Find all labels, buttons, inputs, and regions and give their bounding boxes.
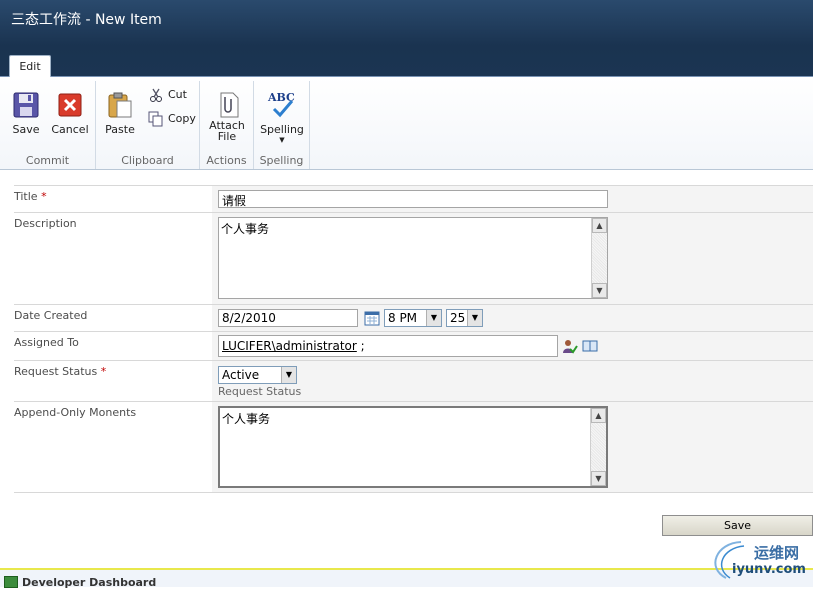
request-status-label-text: Request Status (14, 365, 98, 378)
hour-select[interactable]: 8 PM ▼ (384, 309, 442, 327)
save-ribbon-label: Save (12, 123, 40, 136)
form-row-append-only: Append-Only Monents 个人事务 ▲ ▼ (14, 401, 813, 493)
developer-dashboard-bar[interactable]: Developer Dashboard (0, 568, 813, 589)
append-only-text: 个人事务 (222, 412, 271, 426)
append-only-textarea[interactable]: 个人事务 ▲ ▼ (218, 406, 608, 488)
scissors-icon (148, 87, 164, 103)
cancel-ribbon-button[interactable]: Cancel (48, 83, 92, 149)
paperclip-icon (220, 92, 239, 118)
date-created-field-cell: 8/2/2010 8 PM ▼ 25 ▼ (212, 305, 813, 331)
description-field-cell: 个人事务 ▲ ▼ (212, 213, 813, 304)
request-status-hint: Request Status (218, 385, 302, 398)
watermark-text-url: iyunv.com (732, 562, 806, 577)
tab-edit[interactable]: Edit (9, 55, 51, 78)
form-row-description: Description 个人事务 ▲ ▼ (14, 212, 813, 304)
ribbon: Save Cancel Commit Paste Cut Copy Clipbo… (0, 77, 813, 170)
user-separator: ; (356, 339, 365, 353)
dashboard-icon (4, 576, 18, 588)
description-textarea[interactable]: 个人事务 ▲ ▼ (218, 217, 608, 299)
form-row-assigned-to: Assigned To LUCIFER\administrator ; (14, 331, 813, 360)
form-row-date-created: Date Created 8/2/2010 8 PM ▼ 25 ▼ (14, 304, 813, 331)
append-only-scrollbar[interactable]: ▲ ▼ (590, 408, 606, 486)
chevron-down-icon: ▼ (281, 367, 296, 383)
spelling-label: Spelling (260, 123, 304, 136)
attach-file-button[interactable]: Attach File (205, 83, 249, 149)
title-label-text: Title (14, 190, 38, 203)
description-scrollbar[interactable]: ▲ ▼ (591, 218, 607, 298)
developer-dashboard-label: Developer Dashboard (22, 576, 157, 589)
request-status-value: Active (222, 368, 260, 382)
chevron-down-icon: ▼ (426, 310, 441, 326)
chevron-down-icon: ▼ (279, 136, 285, 144)
paste-button[interactable]: Paste (98, 83, 142, 149)
check-names-icon[interactable] (562, 338, 578, 354)
window-title: 三态工作流 - New Item (11, 12, 162, 28)
request-status-field-cell: Active ▼ Request Status (212, 361, 813, 401)
watermark-text-cn: 运维网 (754, 544, 800, 562)
copy-label: Copy (168, 112, 196, 125)
assigned-to-field-cell: LUCIFER\administrator ; (212, 332, 813, 360)
request-status-select[interactable]: Active ▼ (218, 366, 297, 384)
save-ribbon-button[interactable]: Save (4, 83, 48, 149)
description-label: Description (14, 217, 77, 230)
title-field-cell: 请假 (212, 186, 813, 212)
append-only-field-cell: 个人事务 ▲ ▼ (212, 402, 813, 492)
paste-label: Paste (105, 123, 135, 136)
cut-button[interactable]: Cut (148, 87, 187, 105)
save-button[interactable]: Save (662, 515, 813, 536)
title-label: Title * (14, 190, 47, 203)
resolved-user-link[interactable]: LUCIFER\administrator (222, 339, 357, 353)
chevron-down-icon: ▼ (467, 310, 482, 326)
group-label-spelling: Spelling (259, 154, 304, 167)
request-status-label: Request Status * (14, 365, 106, 378)
assigned-to-label: Assigned To (14, 336, 79, 349)
scroll-down-icon[interactable]: ▼ (591, 471, 606, 486)
date-input[interactable]: 8/2/2010 (218, 309, 358, 327)
title-input[interactable]: 请假 (218, 190, 608, 208)
paste-icon (108, 92, 132, 118)
attach-label-line2: File (217, 130, 237, 143)
cancel-ribbon-label: Cancel (51, 123, 89, 136)
spell-check-icon: ABC (268, 91, 296, 119)
copy-icon (148, 111, 164, 127)
group-label-actions: Actions (206, 154, 247, 167)
required-marker: * (41, 190, 47, 203)
close-icon (58, 93, 82, 117)
description-text: 个人事务 (221, 222, 270, 236)
append-only-label: Append-Only Monents (14, 406, 137, 419)
people-picker-input[interactable]: LUCIFER\administrator ; (218, 335, 558, 357)
ribbon-group-spelling: ABC Spelling ▼ Spelling (254, 81, 310, 169)
group-label-commit: Commit (25, 154, 70, 167)
title-bar: 三态工作流 - New Item Edit (0, 0, 813, 78)
ribbon-group-clipboard: Paste Cut Copy Clipboard (96, 81, 200, 169)
minute-select[interactable]: 25 ▼ (446, 309, 483, 327)
form-row-request-status: Request Status * Active ▼ Request Status (14, 360, 813, 401)
ribbon-group-actions: Attach File Actions (200, 81, 254, 169)
scroll-up-icon[interactable]: ▲ (591, 408, 606, 423)
copy-button[interactable]: Copy (148, 111, 196, 129)
spelling-button[interactable]: ABC Spelling ▼ (260, 83, 304, 149)
form-row-title: Title * 请假 (14, 185, 813, 212)
cut-label: Cut (168, 88, 187, 101)
scroll-down-icon[interactable]: ▼ (592, 283, 607, 298)
scroll-up-icon[interactable]: ▲ (592, 218, 607, 233)
address-book-icon[interactable] (582, 338, 598, 354)
required-marker: * (100, 365, 107, 378)
floppy-disk-icon (13, 92, 39, 118)
date-created-label: Date Created (14, 309, 88, 322)
calendar-icon[interactable] (364, 310, 380, 326)
group-label-clipboard: Clipboard (121, 154, 174, 167)
hour-value: 8 PM (388, 311, 418, 325)
minute-value: 25 (450, 311, 466, 325)
ribbon-group-commit: Save Cancel Commit (0, 81, 96, 169)
